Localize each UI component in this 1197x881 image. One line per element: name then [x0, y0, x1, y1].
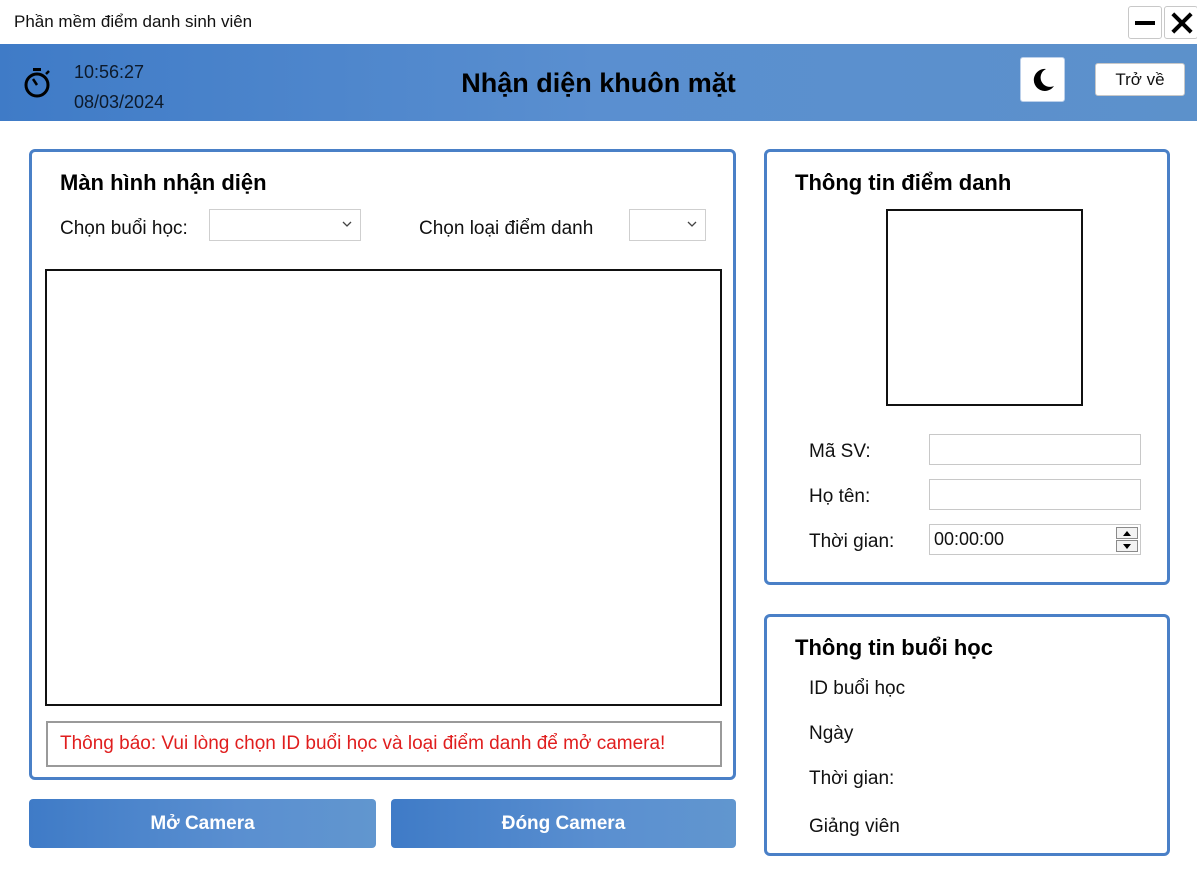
spin-up-button[interactable] — [1116, 527, 1138, 539]
recognition-panel: Màn hình nhận diện Chọn buổi học: Chọn l… — [29, 149, 736, 780]
attendance-type-select[interactable] — [629, 209, 706, 241]
name-field[interactable] — [929, 479, 1141, 510]
session-id-label: ID buổi học — [809, 678, 906, 699]
time-label: Thời gian: — [809, 531, 895, 552]
name-label: Họ tên: — [809, 486, 871, 507]
session-date-label: Ngày — [809, 723, 854, 744]
close-camera-button[interactable]: Đóng Camera — [391, 799, 736, 848]
back-button[interactable]: Trở về — [1095, 63, 1185, 96]
recognition-title: Màn hình nhận diện — [60, 170, 267, 195]
student-photo — [886, 209, 1083, 406]
page-title: Nhận diện khuôn mặt — [461, 68, 736, 98]
window-title: Phần mềm điểm danh sinh viên — [14, 12, 253, 31]
chevron-down-icon — [687, 221, 697, 227]
moon-icon — [1033, 68, 1054, 91]
student-id-label: Mã SV: — [809, 441, 871, 462]
spin-down-button[interactable] — [1116, 540, 1138, 552]
notice-message: Thông báo: Vui lòng chọn ID buổi học và … — [46, 721, 722, 767]
chevron-down-icon — [342, 221, 352, 227]
time-value: 00:00:00 — [934, 529, 1005, 549]
session-info-title: Thông tin buổi học — [795, 635, 993, 660]
attendance-info-title: Thông tin điểm danh — [795, 170, 1012, 195]
time-stepper[interactable]: 00:00:00 — [929, 524, 1141, 555]
camera-view — [45, 269, 722, 706]
attendance-type-label: Chọn loại điểm danh — [419, 218, 594, 239]
open-camera-button[interactable]: Mở Camera — [29, 799, 376, 848]
dark-mode-button[interactable] — [1020, 57, 1065, 102]
student-id-field[interactable] — [929, 434, 1141, 465]
session-lecturer-label: Giảng viên — [809, 816, 900, 837]
minimize-icon[interactable] — [1128, 6, 1162, 39]
header-bar: 10:56:27 08/03/2024 Nhận diện khuôn mặt … — [0, 44, 1197, 121]
session-time-label: Thời gian: — [809, 768, 895, 789]
window-titlebar: Phần mềm điểm danh sinh viên — [0, 0, 1197, 44]
session-select[interactable] — [209, 209, 361, 241]
close-icon[interactable] — [1164, 6, 1197, 39]
session-info-panel: Thông tin buổi học ID buổi học Ngày Thời… — [764, 614, 1170, 856]
time-spinner — [1116, 527, 1138, 553]
session-select-label: Chọn buổi học: — [60, 218, 188, 239]
attendance-info-panel: Thông tin điểm danh Mã SV: Họ tên: Thời … — [764, 149, 1170, 585]
